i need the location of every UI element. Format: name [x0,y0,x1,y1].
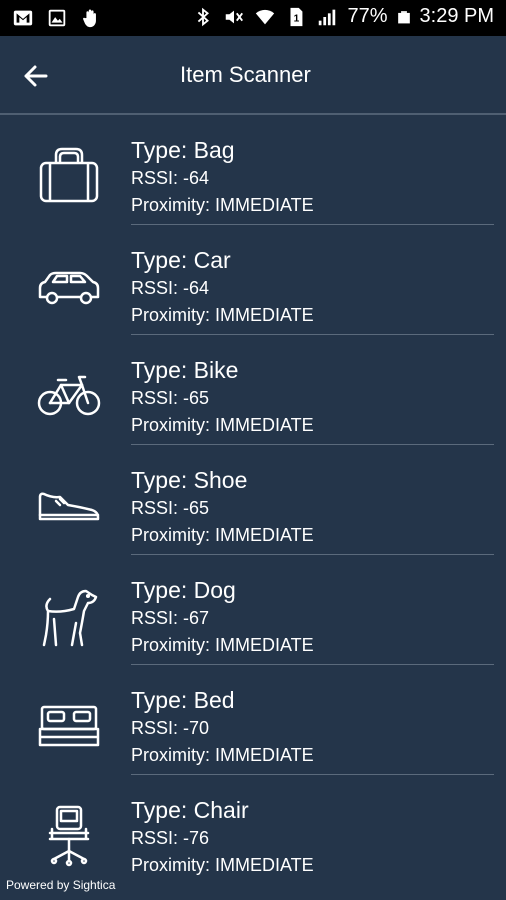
mute-icon [226,10,244,23]
wifi-icon [256,9,275,24]
gmail-icon [13,10,33,26]
bag-icon [39,147,99,203]
item-list: Type: Bag RSSI: -64 Proximity: IMMEDIATE… [0,115,506,875]
item-rssi: RSSI: -64 [131,278,210,298]
status-right-icons: 1 77% 3:29 PM [192,5,494,28]
app-bar: Item Scanner [0,36,506,114]
arrow-left-icon [24,65,48,87]
item-type: Type: Dog [131,577,236,603]
item-details: Type: Bag RSSI: -64 Proximity: IMMEDIATE [131,135,314,219]
item-type: Type: Shoe [131,467,248,493]
battery-percent: 77% [347,5,388,27]
item-details: Type: Dog RSSI: -67 Proximity: IMMEDIATE [131,575,314,659]
item-rssi: RSSI: -64 [131,168,210,188]
powered-by-label: Powered by Sightica [6,878,116,892]
item-proximity: Proximity: IMMEDIATE [131,305,314,325]
item-rssi: RSSI: -67 [131,608,210,628]
item-rssi: RSSI: -65 [131,388,210,408]
item-rssi: RSSI: -76 [131,828,210,848]
item-type: Type: Bed [131,687,235,713]
bluetooth-icon [198,7,210,26]
list-item-shoe[interactable]: Type: Shoe RSSI: -65 Proximity: IMMEDIAT… [0,445,506,555]
page-title: Item Scanner [180,62,311,87]
bike-icon [37,375,101,416]
shoe-icon [38,492,100,521]
item-proximity: Proximity: IMMEDIATE [131,745,314,765]
battery-icon [397,10,410,23]
item-details: Type: Bike RSSI: -65 Proximity: IMMEDIAT… [131,355,314,439]
signal-icon [319,9,336,25]
car-icon [38,271,100,305]
item-type: Type: Chair [131,797,249,823]
list-item-bag[interactable]: Type: Bag RSSI: -64 Proximity: IMMEDIATE [0,115,506,225]
item-rssi: RSSI: -65 [131,498,210,518]
chair-icon [48,805,90,867]
item-proximity: Proximity: IMMEDIATE [131,415,314,435]
item-type: Type: Bag [131,137,235,163]
item-rssi: RSSI: -70 [131,718,210,738]
item-details: Type: Car RSSI: -64 Proximity: IMMEDIATE [131,245,314,329]
svg-text:1: 1 [294,13,300,24]
sim-icon: 1 [290,7,303,26]
list-item-car[interactable]: Type: Car RSSI: -64 Proximity: IMMEDIATE [0,225,506,335]
list-item-chair[interactable]: Type: Chair RSSI: -76 Proximity: IMMEDIA… [0,775,506,875]
list-item-bed[interactable]: Type: Bed RSSI: -70 Proximity: IMMEDIATE [0,665,506,775]
item-proximity: Proximity: IMMEDIATE [131,855,314,875]
photo-icon [48,9,66,27]
item-proximity: Proximity: IMMEDIATE [131,635,314,655]
item-details: Type: Chair RSSI: -76 Proximity: IMMEDIA… [131,795,314,875]
status-time: 3:29 PM [419,5,494,27]
dog-icon [42,589,98,647]
status-left-icons [12,7,102,29]
item-type: Type: Bike [131,357,239,383]
hand-icon [83,9,96,28]
item-proximity: Proximity: IMMEDIATE [131,525,314,545]
item-details: Type: Bed RSSI: -70 Proximity: IMMEDIATE [131,685,314,769]
item-proximity: Proximity: IMMEDIATE [131,195,314,215]
item-details: Type: Shoe RSSI: -65 Proximity: IMMEDIAT… [131,465,314,549]
list-item-dog[interactable]: Type: Dog RSSI: -67 Proximity: IMMEDIATE [0,555,506,665]
status-bar: 1 77% 3:29 PM [0,0,506,36]
list-item-bike[interactable]: Type: Bike RSSI: -65 Proximity: IMMEDIAT… [0,335,506,445]
item-type: Type: Car [131,247,231,273]
back-button[interactable] [18,58,54,94]
bed-icon [38,705,100,747]
